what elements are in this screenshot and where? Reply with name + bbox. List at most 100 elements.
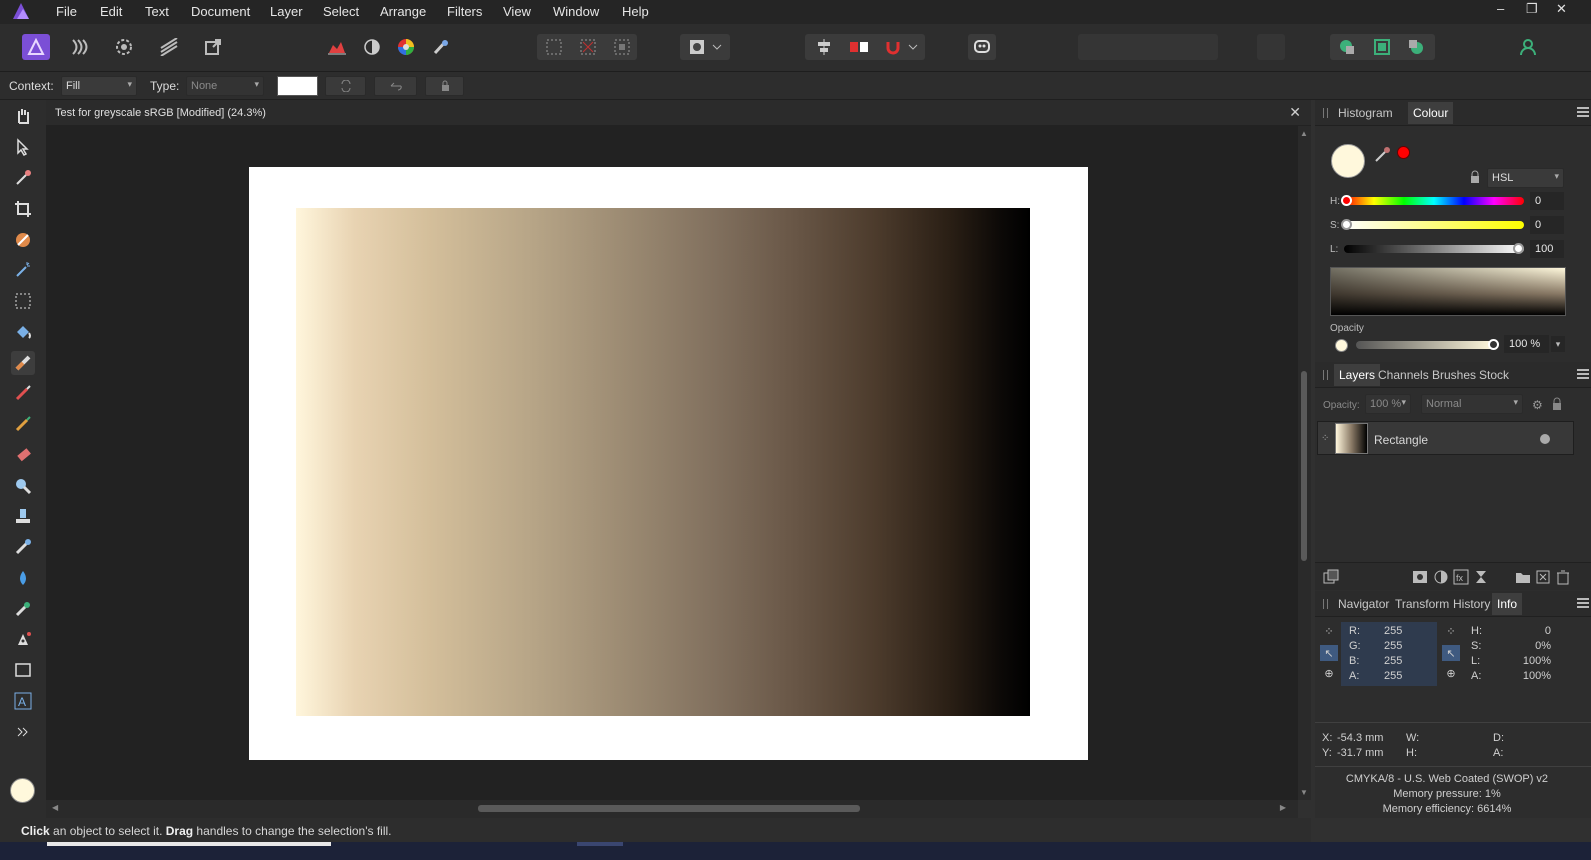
menu-file[interactable]: File [56, 4, 77, 19]
scroll-left-icon[interactable]: ◀ [52, 803, 58, 812]
add-layer-icon[interactable] [1535, 569, 1551, 588]
horizontal-scroll-thumb[interactable] [478, 805, 860, 812]
erase-tool-icon[interactable] [11, 443, 35, 467]
rotate-gradient-button[interactable] [374, 76, 417, 96]
panel-menu-icon[interactable] [1577, 369, 1589, 379]
assistant-icon[interactable] [968, 34, 996, 60]
crosshair-icon-2[interactable]: ⊕ [1442, 665, 1460, 681]
colour-mode-icon[interactable]: ⁘ [1320, 623, 1338, 639]
eyedropper-icon[interactable] [1373, 144, 1393, 167]
layer-expand-icon[interactable]: ⁘ [1321, 433, 1329, 444]
liquify-persona-icon[interactable] [66, 34, 94, 60]
close-document-icon[interactable]: ✕ [1289, 104, 1301, 121]
blur-brush-tool-icon[interactable] [11, 566, 35, 590]
crosshair-icon[interactable]: ⊕ [1320, 665, 1338, 681]
hue-slider[interactable] [1344, 197, 1524, 205]
snapping-magnet-icon[interactable] [879, 34, 907, 60]
type-dropdown[interactable]: None ▾ [186, 76, 264, 96]
dodge-tool-icon[interactable] [11, 474, 35, 498]
auto-white-balance-icon[interactable] [427, 34, 455, 60]
photo-persona-icon[interactable] [22, 34, 50, 60]
colour-model-dropdown[interactable]: HSL ▾ [1487, 168, 1564, 188]
layer-fx-icon[interactable] [1323, 569, 1339, 588]
menu-filters[interactable]: Filters [447, 4, 482, 19]
vertical-scrollbar[interactable]: ▲ ▼ [1298, 126, 1311, 800]
menu-select[interactable]: Select [323, 4, 359, 19]
panel-menu-icon[interactable] [1577, 598, 1589, 608]
colour-picker-tool-icon[interactable] [11, 166, 35, 190]
insert-above-icon[interactable] [1402, 34, 1430, 60]
selection-brush-tool-icon[interactable] [11, 228, 35, 252]
layer-visibility-icon[interactable] [1540, 434, 1550, 444]
clone-brush-tool-icon[interactable] [11, 504, 35, 528]
lightness-slider[interactable] [1344, 245, 1524, 253]
delete-layer-icon[interactable] [1555, 569, 1571, 588]
pixel-tool-icon[interactable] [11, 412, 35, 436]
develop-persona-icon[interactable] [110, 34, 138, 60]
tab-transform[interactable]: Transform [1395, 597, 1449, 611]
opacity-slider-knob[interactable] [1488, 339, 1499, 350]
pointer-sample-icon[interactable]: ↖ [1320, 645, 1338, 661]
panel-menu-icon[interactable] [1577, 107, 1589, 117]
healing-brush-tool-icon[interactable] [11, 535, 35, 559]
document-page[interactable] [249, 167, 1088, 760]
hand-tool-icon[interactable] [11, 104, 35, 128]
pointer-sample-icon-2[interactable]: ↖ [1442, 645, 1460, 661]
lock-layer-icon[interactable] [1551, 397, 1563, 414]
opacity-dropdown-icon[interactable]: ▾ [1551, 336, 1565, 352]
tab-brushes[interactable]: Brushes [1432, 368, 1476, 382]
auto-colour-icon[interactable] [392, 34, 420, 60]
document-tab[interactable]: Test for greyscale sRGB [Modified] (24.3… [46, 100, 1311, 126]
saturation-slider-knob[interactable] [1341, 219, 1352, 230]
move-tool-icon[interactable] [11, 135, 35, 159]
insert-behind-icon[interactable] [1333, 34, 1361, 60]
select-all-icon[interactable] [540, 34, 568, 60]
saturation-value-field[interactable]: 0 [1530, 216, 1564, 234]
panel-grip-icon[interactable] [1323, 599, 1328, 609]
tab-navigator[interactable]: Navigator [1338, 597, 1389, 611]
scroll-right-icon[interactable]: ▶ [1280, 803, 1286, 812]
layer-settings-gear-icon[interactable]: ⚙ [1532, 398, 1543, 412]
crop-tool-icon[interactable] [11, 197, 35, 221]
tab-channels[interactable]: Channels [1378, 368, 1429, 382]
saturation-slider[interactable] [1344, 221, 1524, 229]
gradient-rectangle[interactable] [296, 208, 1030, 716]
mask-layer-icon[interactable] [1412, 569, 1428, 588]
menu-view[interactable]: View [503, 4, 531, 19]
fill-swatch[interactable] [277, 76, 318, 96]
tab-stock[interactable]: Stock [1479, 368, 1509, 382]
quick-mask-icon[interactable] [683, 34, 711, 60]
panel-grip-icon[interactable] [1323, 108, 1328, 118]
menu-document[interactable]: Document [191, 4, 250, 19]
invert-selection-icon[interactable] [608, 34, 636, 60]
account-icon[interactable] [1514, 34, 1542, 60]
close-window-button[interactable]: ✕ [1556, 1, 1567, 17]
restore-button[interactable]: ❐ [1526, 1, 1538, 17]
layer-row[interactable]: ⁘ Rectangle [1317, 421, 1574, 455]
lock-gradient-button[interactable] [425, 76, 464, 96]
scroll-down-icon[interactable]: ▼ [1300, 788, 1308, 797]
reverse-gradient-button[interactable] [325, 76, 366, 96]
add-group-icon[interactable] [1515, 569, 1531, 588]
deselect-icon[interactable] [574, 34, 602, 60]
panel-grip-icon[interactable] [1323, 370, 1328, 380]
scroll-up-icon[interactable]: ▲ [1300, 129, 1308, 138]
menu-text[interactable]: Text [145, 4, 169, 19]
insert-target-icon[interactable] [1257, 34, 1285, 60]
text-tool-icon[interactable]: A [11, 689, 35, 713]
menu-arrange[interactable]: Arrange [380, 4, 426, 19]
canvas-area[interactable] [46, 126, 1298, 800]
opacity-value-field[interactable]: 100 % [1504, 335, 1549, 353]
primary-colour-swatch[interactable] [10, 778, 35, 803]
gradient-tool-icon[interactable] [11, 351, 35, 375]
flood-fill-tool-icon[interactable] [11, 320, 35, 344]
live-filter-icon[interactable]: fx [1453, 569, 1469, 588]
tab-histogram[interactable]: Histogram [1338, 106, 1393, 120]
colour-spectrum[interactable] [1330, 267, 1566, 316]
smudge-brush-tool-icon[interactable] [11, 597, 35, 621]
align-icon[interactable] [810, 34, 838, 60]
hue-value-field[interactable]: 0 [1530, 192, 1564, 210]
lightness-slider-knob[interactable] [1513, 243, 1524, 254]
menu-help[interactable]: Help [622, 4, 649, 19]
vertical-scroll-thumb[interactable] [1301, 371, 1307, 561]
